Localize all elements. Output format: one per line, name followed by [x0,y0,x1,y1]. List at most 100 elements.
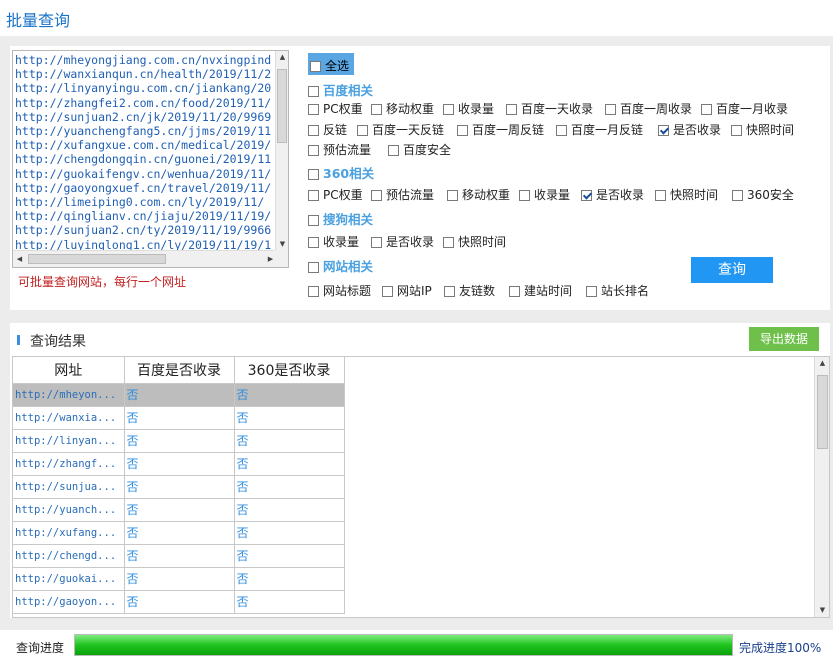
cell-baidu-indexed[interactable]: 否 [124,567,235,591]
scroll-thumb-horizontal[interactable] [28,254,166,264]
checkbox-icon[interactable] [308,190,319,201]
cell-baidu-indexed[interactable]: 否 [124,452,235,476]
url-line[interactable]: http://zhangfei2.com.cn/food/2019/11/ [15,96,277,110]
url-line[interactable]: http://xufangxue.com.cn/medical/2019/ [15,138,277,152]
cell-url[interactable]: http://yuanch... [13,498,125,522]
url-line[interactable]: http://yuanchengfang5.cn/jjms/2019/11 [15,124,277,138]
cell-360-indexed[interactable]: 否 [234,452,345,476]
url-line[interactable]: http://luyinglong1.cn/ly/2019/11/19/1 [15,238,277,251]
url-line[interactable]: http://sunjuan2.cn/ty/2019/11/19/9966 [15,223,277,237]
url-line[interactable]: http://gaoyongxuef.cn/travel/2019/11/ [15,181,277,195]
option-site-2[interactable]: 友链数 [444,282,495,299]
select-all-checkbox[interactable]: 全选 [308,53,354,75]
checkbox-icon[interactable] [308,286,319,297]
option-sogou-0[interactable]: 收录量 [308,233,359,250]
group-baidu[interactable]: 百度相关 [308,80,373,99]
checkbox-icon[interactable] [556,125,567,136]
cell-url[interactable]: http://guokai... [13,567,125,591]
option-baidu-4[interactable]: 百度一周收录 [605,100,692,117]
checkbox-icon[interactable] [605,104,616,115]
checkbox-icon[interactable] [308,145,319,156]
option-baidu-13[interactable]: 百度安全 [388,141,451,158]
checkbox-icon[interactable] [586,286,597,297]
url-line[interactable]: http://linyanyingu.com.cn/jiankang/20 [15,81,277,95]
option-sogou-1[interactable]: 是否收录 [371,233,434,250]
checkbox-icon[interactable] [371,237,382,248]
checkbox-icon[interactable] [308,237,319,248]
table-row[interactable]: http://zhangf... 否否 [13,452,345,476]
checkbox-icon[interactable] [308,104,319,115]
checkbox-icon[interactable] [444,286,455,297]
scroll-up-icon[interactable]: ▲ [276,51,288,64]
checkbox-icon[interactable] [701,104,712,115]
cell-url[interactable]: http://gaoyon... [13,590,125,614]
group-sogou[interactable]: 搜狗相关 [308,209,373,228]
cell-baidu-indexed[interactable]: 否 [124,544,235,568]
table-row[interactable]: http://gaoyon... 否否 [13,590,345,614]
option-s360-3[interactable]: 收录量 [519,186,570,203]
url-vertical-scrollbar[interactable]: ▲ ▼ [275,51,288,251]
option-s360-0[interactable]: PC权重 [308,186,363,203]
option-baidu-5[interactable]: 百度一月收录 [701,100,788,117]
url-line[interactable]: http://mheyongjiang.com.cn/nvxingpind [15,53,277,67]
checkbox-icon[interactable] [357,125,368,136]
option-site-0[interactable]: 网站标题 [308,282,371,299]
checkbox-icon[interactable] [371,190,382,201]
option-s360-2[interactable]: 移动权重 [447,186,510,203]
url-line[interactable]: http://limeiping0.com.cn/ly/2019/11/ [15,195,277,209]
checkbox-icon[interactable] [519,190,530,201]
table-row[interactable]: http://guokai... 否否 [13,567,345,591]
checkbox-icon[interactable] [308,215,319,226]
checkbox-icon[interactable] [308,262,319,273]
cell-baidu-indexed[interactable]: 否 [124,498,235,522]
checkbox-icon[interactable] [308,169,319,180]
option-site-1[interactable]: 网站IP [382,282,432,299]
cell-baidu-indexed[interactable]: 否 [124,383,235,407]
cell-baidu-indexed[interactable]: 否 [124,429,235,453]
table-row[interactable]: http://xufang... 否否 [13,521,345,545]
cell-baidu-indexed[interactable]: 否 [124,590,235,614]
checkbox-icon[interactable] [443,237,454,248]
checkbox-icon[interactable] [457,125,468,136]
option-baidu-12[interactable]: 预估流量 [308,141,371,158]
cell-url[interactable]: http://sunjua... [13,475,125,499]
cell-360-indexed[interactable]: 否 [234,406,345,430]
checkbox-icon[interactable] [371,104,382,115]
checkbox-icon[interactable] [443,104,454,115]
results-vertical-scrollbar[interactable]: ▲ ▼ [814,357,829,617]
cell-360-indexed[interactable]: 否 [234,475,345,499]
url-input-textarea[interactable]: http://mheyongjiang.com.cn/nvxingpind htt… [12,50,289,268]
option-s360-6[interactable]: 360安全 [732,186,794,203]
checkbox-icon[interactable] [581,190,592,201]
cell-url[interactable]: http://mheyon... [13,383,125,407]
url-line[interactable]: http://wanxianqun.cn/health/2019/11/2 [15,67,277,81]
table-row[interactable]: http://sunjua... 否否 [13,475,345,499]
checkbox-icon[interactable] [506,104,517,115]
option-baidu-10[interactable]: 是否收录 [658,121,721,138]
option-baidu-2[interactable]: 收录量 [443,100,494,117]
cell-url[interactable]: http://wanxia... [13,406,125,430]
option-s360-1[interactable]: 预估流量 [371,186,434,203]
scroll-left-icon[interactable]: ◀ [13,251,26,267]
scroll-thumb[interactable] [817,375,828,449]
scroll-down-icon[interactable]: ▼ [815,604,829,617]
option-site-4[interactable]: 站长排名 [586,282,649,299]
option-baidu-6[interactable]: 反链 [308,121,347,138]
table-row[interactable]: http://mheyon... 否否 [13,383,345,407]
cell-360-indexed[interactable]: 否 [234,429,345,453]
cell-url[interactable]: http://xufang... [13,521,125,545]
option-s360-4[interactable]: 是否收录 [581,186,644,203]
cell-baidu-indexed[interactable]: 否 [124,406,235,430]
table-row[interactable]: http://yuanch... 否否 [13,498,345,522]
url-line[interactable]: http://chengdongqin.cn/guonei/2019/11 [15,152,277,166]
option-baidu-8[interactable]: 百度一周反链 [457,121,544,138]
cell-360-indexed[interactable]: 否 [234,567,345,591]
query-button[interactable]: 查询 [691,257,773,283]
scroll-thumb[interactable] [277,69,287,143]
checkbox-icon[interactable] [388,145,399,156]
checkbox-icon[interactable] [382,286,393,297]
checkbox-icon[interactable] [731,125,742,136]
checkbox-icon[interactable] [509,286,520,297]
cell-360-indexed[interactable]: 否 [234,383,345,407]
cell-url[interactable]: http://zhangf... [13,452,125,476]
